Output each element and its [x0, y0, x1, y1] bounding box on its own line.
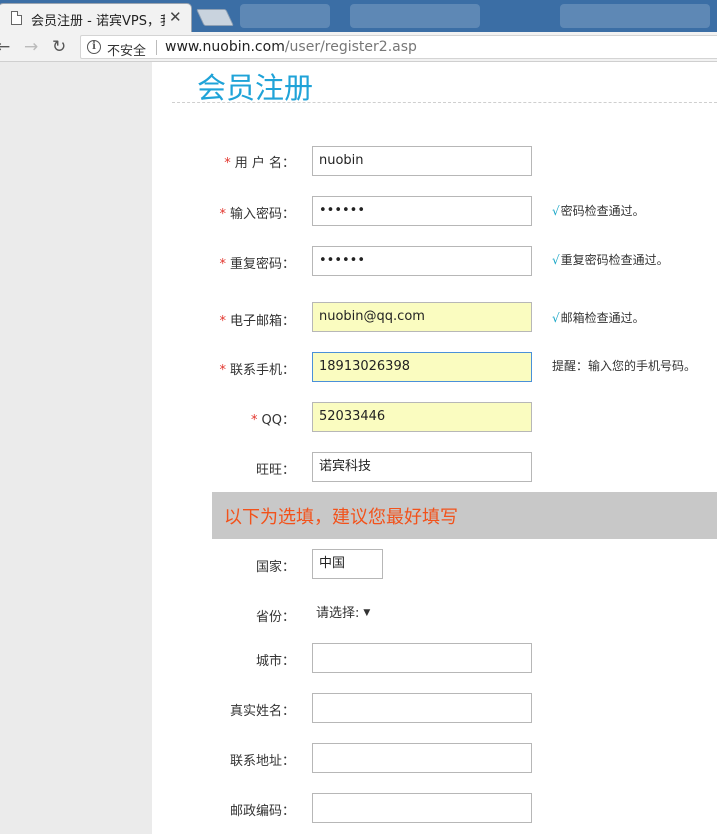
password-repeat-label: * 重复密码： [219, 253, 295, 272]
province-label: 省份： [255, 610, 295, 625]
reload-icon[interactable]: ↻ [52, 37, 66, 57]
address-field[interactable] [312, 743, 532, 773]
url-text[interactable]: www.nuobin.com/user/register2.asp [165, 39, 417, 55]
required-mark: * [219, 314, 226, 329]
mobile-label: * 联系手机： [219, 359, 295, 378]
forward-arrow-icon[interactable]: → [24, 37, 38, 57]
divider [156, 40, 157, 55]
chevron-down-icon: ▼ [363, 608, 371, 618]
email-label-text: 电子邮箱： [229, 314, 295, 329]
mobile-label-text: 联系手机： [229, 363, 295, 378]
blurred-background-tab [240, 4, 330, 28]
optional-heading-text: 以下为选填，建议您最好填写 [224, 507, 458, 528]
password-hint: √密码检查通过。 [552, 202, 645, 219]
postcode-label: 邮政编码： [229, 804, 295, 819]
qq-label-text: QQ： [261, 413, 295, 428]
email-hint-text: 邮箱检查通过。 [560, 311, 645, 325]
divider [172, 102, 717, 103]
tab-title: 会员注册 - 诺宾VPS，我 [31, 14, 165, 29]
check-icon: √ [552, 204, 560, 218]
email-label: * 电子邮箱： [219, 310, 295, 329]
province-select[interactable]: 请选择: ▼ [316, 602, 370, 621]
blurred-background-tab [560, 4, 710, 28]
info-icon[interactable]: i [87, 40, 101, 54]
country-field[interactable]: 中国 [312, 549, 383, 579]
password-label-text: 输入密码： [229, 207, 295, 222]
check-icon: √ [552, 311, 560, 325]
wangwang-field[interactable]: 诺宾科技 [312, 452, 532, 482]
close-icon[interactable]: ✕ [169, 8, 182, 26]
browser-tab-active[interactable]: 会员注册 - 诺宾VPS，我 ✕ [0, 3, 192, 32]
browser-tabstrip: 会员注册 - 诺宾VPS，我 ✕ [0, 0, 717, 32]
url-host: www.nuobin.com [165, 39, 285, 55]
password-repeat-hint: √重复密码检查通过。 [552, 251, 669, 268]
address-label: 联系地址： [229, 754, 295, 769]
page-icon [11, 11, 22, 25]
mobile-hint: 提醒：输入您的手机号码。 [552, 359, 697, 373]
password-repeat-hint-text: 重复密码检查通过。 [560, 253, 669, 267]
required-mark: * [224, 156, 231, 171]
page-title: 会员注册 [197, 71, 314, 105]
realname-label: 真实姓名： [229, 704, 295, 719]
back-arrow-icon[interactable]: ← [0, 37, 10, 57]
province-select-value: 请选择: [316, 606, 360, 621]
check-icon: √ [552, 253, 560, 267]
required-mark: * [219, 363, 226, 378]
postcode-field[interactable] [312, 793, 532, 823]
country-label: 国家： [255, 560, 295, 575]
new-tab-button[interactable] [196, 9, 234, 26]
left-gutter [0, 62, 152, 834]
browser-toolbar: ← → ↻ i 不安全 www.nuobin.com/user/register… [0, 32, 717, 62]
required-mark: * [219, 207, 226, 222]
email-hint: √邮箱检查通过。 [552, 309, 645, 326]
required-mark: * [251, 413, 258, 428]
email-field[interactable]: nuobin@qq.com [312, 302, 532, 332]
address-bar[interactable]: i 不安全 www.nuobin.com/user/register2.asp [80, 35, 717, 59]
qq-label: * QQ： [251, 409, 295, 428]
security-label[interactable]: 不安全 [107, 40, 146, 59]
realname-field[interactable] [312, 693, 532, 723]
mobile-field[interactable]: 18913026398 [312, 352, 532, 382]
username-label: * 用 户 名： [224, 152, 295, 171]
wangwang-label: 旺旺： [255, 463, 295, 478]
password-label: * 输入密码： [219, 203, 295, 222]
blurred-background-tab [350, 4, 480, 28]
city-field[interactable] [312, 643, 532, 673]
password-repeat-label-text: 重复密码： [229, 257, 295, 272]
url-path: /user/register2.asp [284, 39, 417, 55]
city-label: 城市： [255, 654, 295, 669]
username-label-text: 用 户 名： [234, 156, 295, 171]
qq-field[interactable]: 52033446 [312, 402, 532, 432]
username-field[interactable]: nuobin [312, 146, 532, 176]
password-field[interactable]: •••••• [312, 196, 532, 226]
optional-section-header: 以下为选填，建议您最好填写 [212, 492, 717, 539]
password-hint-text: 密码检查通过。 [560, 204, 645, 218]
password-repeat-field[interactable]: •••••• [312, 246, 532, 276]
required-mark: * [219, 257, 226, 272]
